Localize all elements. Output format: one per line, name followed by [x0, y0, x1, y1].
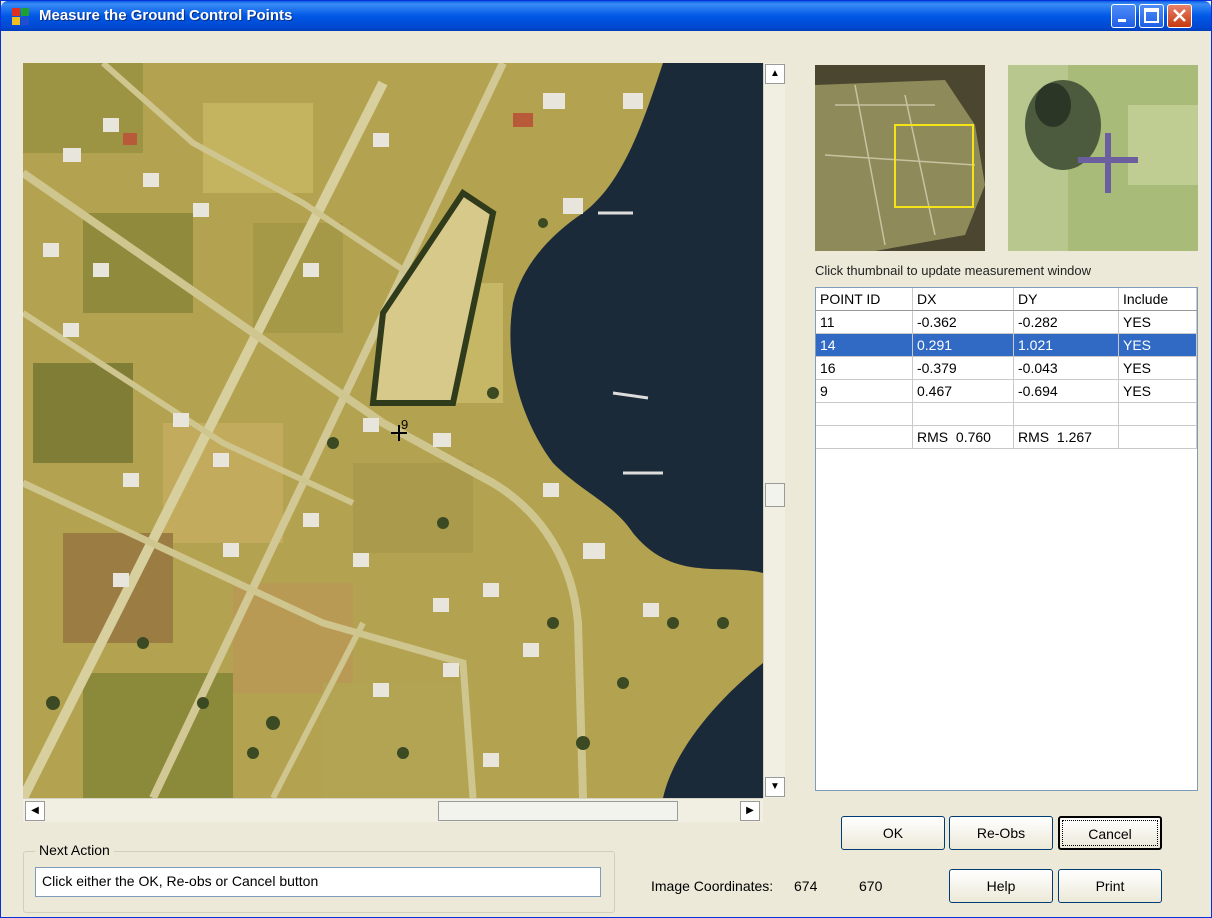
rms-dy-cell: RMS 1.267	[1013, 425, 1119, 449]
maximize-icon	[1144, 8, 1159, 23]
close-button[interactable]	[1167, 4, 1192, 28]
dy-cell: -0.694	[1013, 379, 1119, 403]
include-cell[interactable]: YES	[1118, 310, 1197, 334]
points-grid[interactable]: POINT ID DX DY Include 11 -0.362 -0.282 …	[815, 287, 1198, 791]
image-coordinate-y: 670	[859, 878, 883, 894]
dy-cell: -0.043	[1013, 356, 1119, 380]
help-button[interactable]: Help	[949, 869, 1053, 903]
gcp-dialog: Measure the Ground Control Points 9 ▲ ▼ …	[0, 0, 1212, 918]
table-row[interactable]: 16 -0.379 -0.043 YES	[816, 356, 1197, 380]
point-label: 9	[401, 417, 408, 432]
table-row[interactable]: 11 -0.362 -0.282 YES	[816, 310, 1197, 334]
point-id-cell: 16	[816, 356, 913, 380]
print-button[interactable]: Print	[1058, 869, 1162, 903]
vertical-scrollbar[interactable]: ▲ ▼	[763, 63, 785, 798]
rms-dx-cell: RMS 0.760	[912, 425, 1014, 449]
points-table: POINT ID DX DY Include 11 -0.362 -0.282 …	[816, 288, 1197, 449]
column-header-dx[interactable]: DX	[912, 288, 1014, 311]
zoom-thumbnail[interactable]	[1008, 65, 1198, 251]
column-header-include[interactable]: Include	[1118, 288, 1197, 311]
next-action-field[interactable]: Click either the OK, Re-obs or Cancel bu…	[35, 867, 601, 897]
aerial-image-view[interactable]: 9	[23, 63, 763, 798]
table-row-empty	[816, 402, 1197, 426]
reobs-button[interactable]: Re-Obs	[949, 816, 1053, 850]
image-coordinate-x: 674	[794, 878, 818, 894]
dx-cell: 0.291	[912, 333, 1014, 357]
include-cell[interactable]: YES	[1118, 379, 1197, 403]
dx-cell: -0.362	[912, 310, 1014, 334]
rms-row: RMS 0.760 RMS 1.267	[816, 425, 1197, 449]
arrow-left-icon: ◀	[31, 805, 39, 816]
point-id-cell: 11	[816, 310, 913, 334]
dx-cell: -0.379	[912, 356, 1014, 380]
title-bar[interactable]: Measure the Ground Control Points	[1, 1, 1211, 31]
overview-image	[815, 65, 985, 251]
include-cell[interactable]: YES	[1118, 333, 1197, 357]
empty-cell	[1118, 425, 1197, 449]
empty-cell	[816, 425, 913, 449]
scroll-up-button[interactable]: ▲	[765, 64, 785, 84]
image-coordinates-label: Image Coordinates:	[651, 878, 774, 894]
table-row-selected[interactable]: 14 0.291 1.021 YES	[816, 333, 1197, 357]
rms-dx-label: RMS	[917, 429, 949, 445]
arrow-right-icon: ▶	[746, 805, 754, 816]
next-action-legend: Next Action	[35, 842, 114, 858]
dy-cell: 1.021	[1013, 333, 1119, 357]
empty-cell	[1013, 402, 1119, 426]
rms-dy-value: 1.267	[1056, 429, 1092, 445]
empty-cell	[1118, 402, 1197, 426]
ok-button[interactable]: OK	[841, 816, 945, 850]
window-title: Measure the Ground Control Points	[39, 7, 293, 24]
include-cell[interactable]: YES	[1118, 356, 1197, 380]
overview-thumbnail[interactable]	[815, 65, 985, 251]
arrow-down-icon: ▼	[770, 781, 780, 792]
aerial-photo: 9	[23, 63, 763, 798]
minimize-icon	[1118, 19, 1126, 22]
scroll-right-button[interactable]: ▶	[740, 801, 760, 821]
scroll-left-button[interactable]: ◀	[25, 801, 45, 821]
thumbnail-hint: Click thumbnail to update measurement wi…	[815, 263, 1092, 278]
column-header-point-id[interactable]: POINT ID	[816, 288, 913, 311]
horizontal-scrollbar[interactable]: ◀ ▶	[23, 798, 763, 822]
cancel-button[interactable]: Cancel	[1058, 816, 1162, 850]
point-id-cell: 14	[816, 333, 913, 357]
minimize-button[interactable]	[1111, 4, 1136, 28]
app-icon	[12, 8, 29, 25]
rms-dx-value: 0.760	[955, 429, 991, 445]
scroll-down-button[interactable]: ▼	[765, 777, 785, 797]
point-id-cell: 9	[816, 379, 913, 403]
empty-cell	[816, 402, 913, 426]
arrow-up-icon: ▲	[770, 68, 780, 79]
zoom-image	[1008, 65, 1198, 251]
rms-dy-label: RMS	[1018, 429, 1050, 445]
table-row[interactable]: 9 0.467 -0.694 YES	[816, 379, 1197, 403]
horizontal-scroll-thumb[interactable]	[438, 801, 678, 821]
dx-cell: 0.467	[912, 379, 1014, 403]
table-header-row: POINT ID DX DY Include	[816, 288, 1197, 311]
close-icon	[1173, 9, 1186, 22]
dy-cell: -0.282	[1013, 310, 1119, 334]
column-header-dy[interactable]: DY	[1013, 288, 1119, 311]
empty-cell	[912, 402, 1014, 426]
vertical-scroll-thumb[interactable]	[765, 483, 785, 507]
maximize-button[interactable]	[1139, 4, 1164, 28]
